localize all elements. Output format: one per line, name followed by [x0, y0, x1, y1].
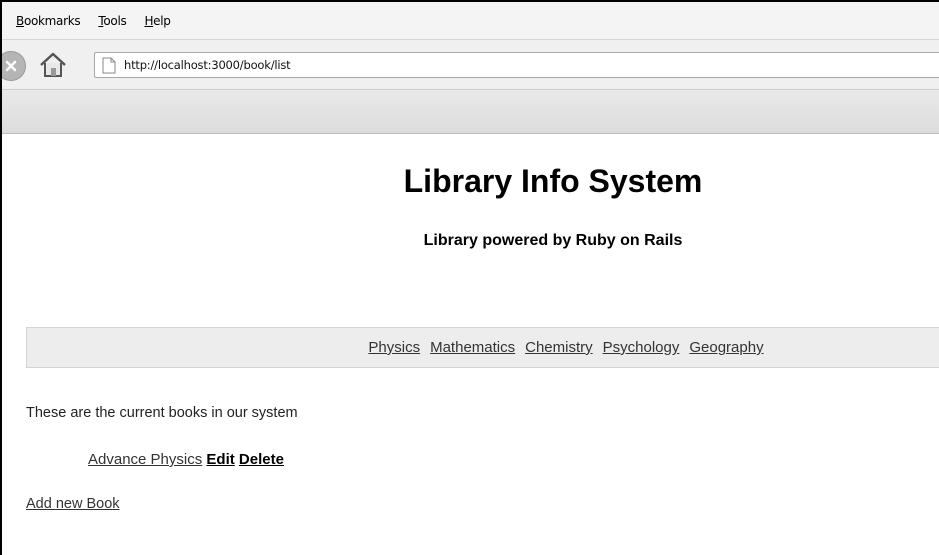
- book-row: Advance Physics Edit Delete: [88, 451, 284, 468]
- browser-window: Bookmarks Tools Help http://localhost:30…: [0, 0, 939, 555]
- category-link-geography[interactable]: Geography: [689, 339, 763, 356]
- delete-book-link[interactable]: Delete: [239, 451, 284, 468]
- stop-button[interactable]: [2, 51, 26, 81]
- menu-tools[interactable]: Tools: [98, 14, 126, 28]
- close-icon: [5, 60, 17, 72]
- address-bar[interactable]: http://localhost:3000/book/list: [94, 52, 939, 78]
- category-link-physics[interactable]: Physics: [368, 339, 420, 356]
- url-text[interactable]: http://localhost:3000/book/list: [124, 58, 291, 72]
- page-title: Library Info System: [403, 163, 703, 199]
- intro-text: These are the current books in our syste…: [26, 405, 298, 421]
- book-title-link[interactable]: Advance Physics: [88, 451, 202, 468]
- edit-book-link[interactable]: Edit: [206, 451, 234, 468]
- add-new-book-link[interactable]: Add new Book: [26, 496, 120, 512]
- page-content: Library Info System Library powered by R…: [2, 135, 939, 555]
- navigation-toolbar: http://localhost:3000/book/list: [2, 40, 939, 90]
- home-button[interactable]: [36, 49, 70, 81]
- category-link-mathematics[interactable]: Mathematics: [430, 339, 515, 356]
- category-link-psychology[interactable]: Psychology: [603, 339, 680, 356]
- menu-bar: Bookmarks Tools Help: [2, 2, 939, 40]
- page-icon: [102, 57, 116, 73]
- bookmarks-toolbar: [2, 90, 939, 134]
- menu-bookmarks[interactable]: Bookmarks: [16, 14, 81, 28]
- menu-help[interactable]: Help: [144, 14, 170, 28]
- page-subtitle: Library powered by Ruby on Rails: [423, 232, 683, 249]
- home-icon: [40, 52, 66, 77]
- category-link-chemistry[interactable]: Chemistry: [525, 339, 593, 356]
- category-nav: Physics Mathematics Chemistry Psychology…: [26, 327, 939, 368]
